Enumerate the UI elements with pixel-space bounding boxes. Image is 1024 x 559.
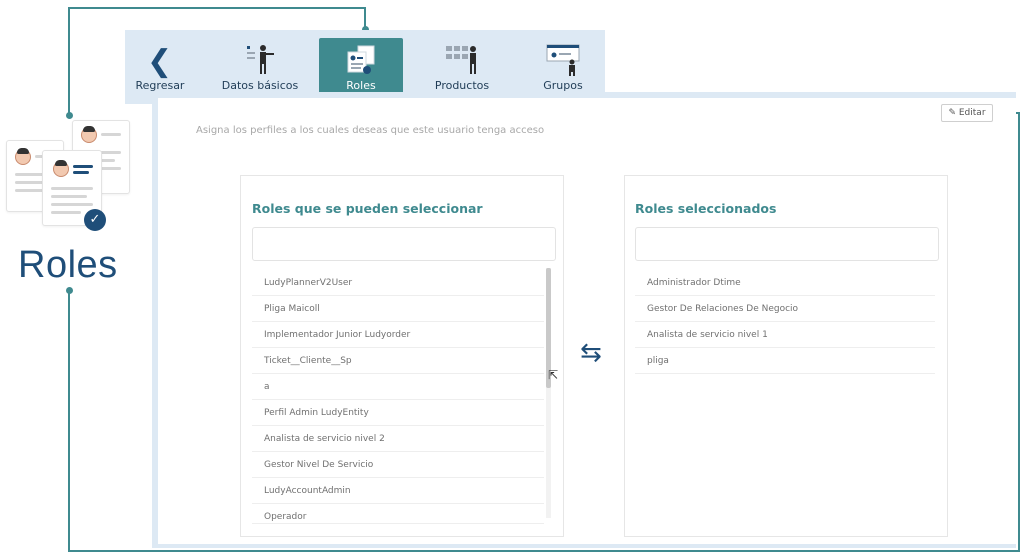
connector-dot <box>66 112 73 119</box>
list-item[interactable]: Gestor Nivel De Servicio <box>252 452 544 478</box>
connector-line <box>68 7 365 9</box>
list-item[interactable]: Administrador Dtime <box>635 270 935 296</box>
list-item[interactable]: pliga <box>635 348 935 374</box>
mouse-cursor-icon: ⇱ <box>548 368 559 382</box>
role-cards-icon <box>347 45 375 74</box>
list-item[interactable]: LudyPlannerV2User <box>252 270 544 296</box>
list-item[interactable]: Operador <box>252 504 544 524</box>
edit-button-label: Editar <box>958 108 986 118</box>
list-item[interactable]: Analista de servicio nivel 1 <box>635 322 935 348</box>
tab-label: Regresar <box>135 79 185 92</box>
selected-roles-title: Roles seleccionados <box>635 201 777 216</box>
avatar <box>15 148 31 165</box>
connector-line <box>1018 112 1020 552</box>
tab-roles[interactable]: Roles <box>319 38 403 98</box>
illustration-title: Roles <box>18 244 118 286</box>
list-item[interactable]: Gestor De Relaciones De Negocio <box>635 296 935 322</box>
person-board-icon <box>546 44 580 76</box>
instructions-text: Asigna los perfiles a los cuales deseas … <box>196 125 545 136</box>
list-item[interactable]: a <box>252 374 544 400</box>
list-item[interactable]: Analista de servicio nivel 2 <box>252 426 544 452</box>
list-item[interactable]: Implementador Junior Ludyorder <box>252 322 544 348</box>
tab-label: Grupos <box>543 79 583 92</box>
connector-line <box>68 290 70 552</box>
tab-label: Datos básicos <box>221 79 299 92</box>
list-item[interactable]: LudyAccountAdmin <box>252 478 544 504</box>
edit-button[interactable]: ✎ Editar <box>941 104 993 122</box>
available-roles-search-input[interactable] <box>252 227 556 261</box>
list-item[interactable]: Perfil Admin LudyEntity <box>252 400 544 426</box>
tab-label: Productos <box>434 79 490 92</box>
list-item[interactable]: Ticket__Cliente__Sp <box>252 348 544 374</box>
connector-line <box>68 550 1020 552</box>
selected-roles-search-input[interactable] <box>635 227 939 261</box>
list-item[interactable]: Pliga Maicoll <box>252 296 544 322</box>
avatar <box>81 126 97 143</box>
person-presenting-icon <box>247 45 274 74</box>
available-roles-title: Roles que se pueden seleccionar <box>252 201 483 216</box>
tab-label: Roles <box>346 79 376 92</box>
back-chevron-icon: ❮ <box>147 44 173 79</box>
pencil-icon: ✎ <box>948 108 956 118</box>
swap-arrows-icon[interactable]: ⇆ <box>580 340 602 366</box>
person-products-icon <box>446 46 476 74</box>
connector-line <box>68 7 70 115</box>
check-icon: ✓ <box>84 209 106 231</box>
avatar <box>53 160 69 177</box>
